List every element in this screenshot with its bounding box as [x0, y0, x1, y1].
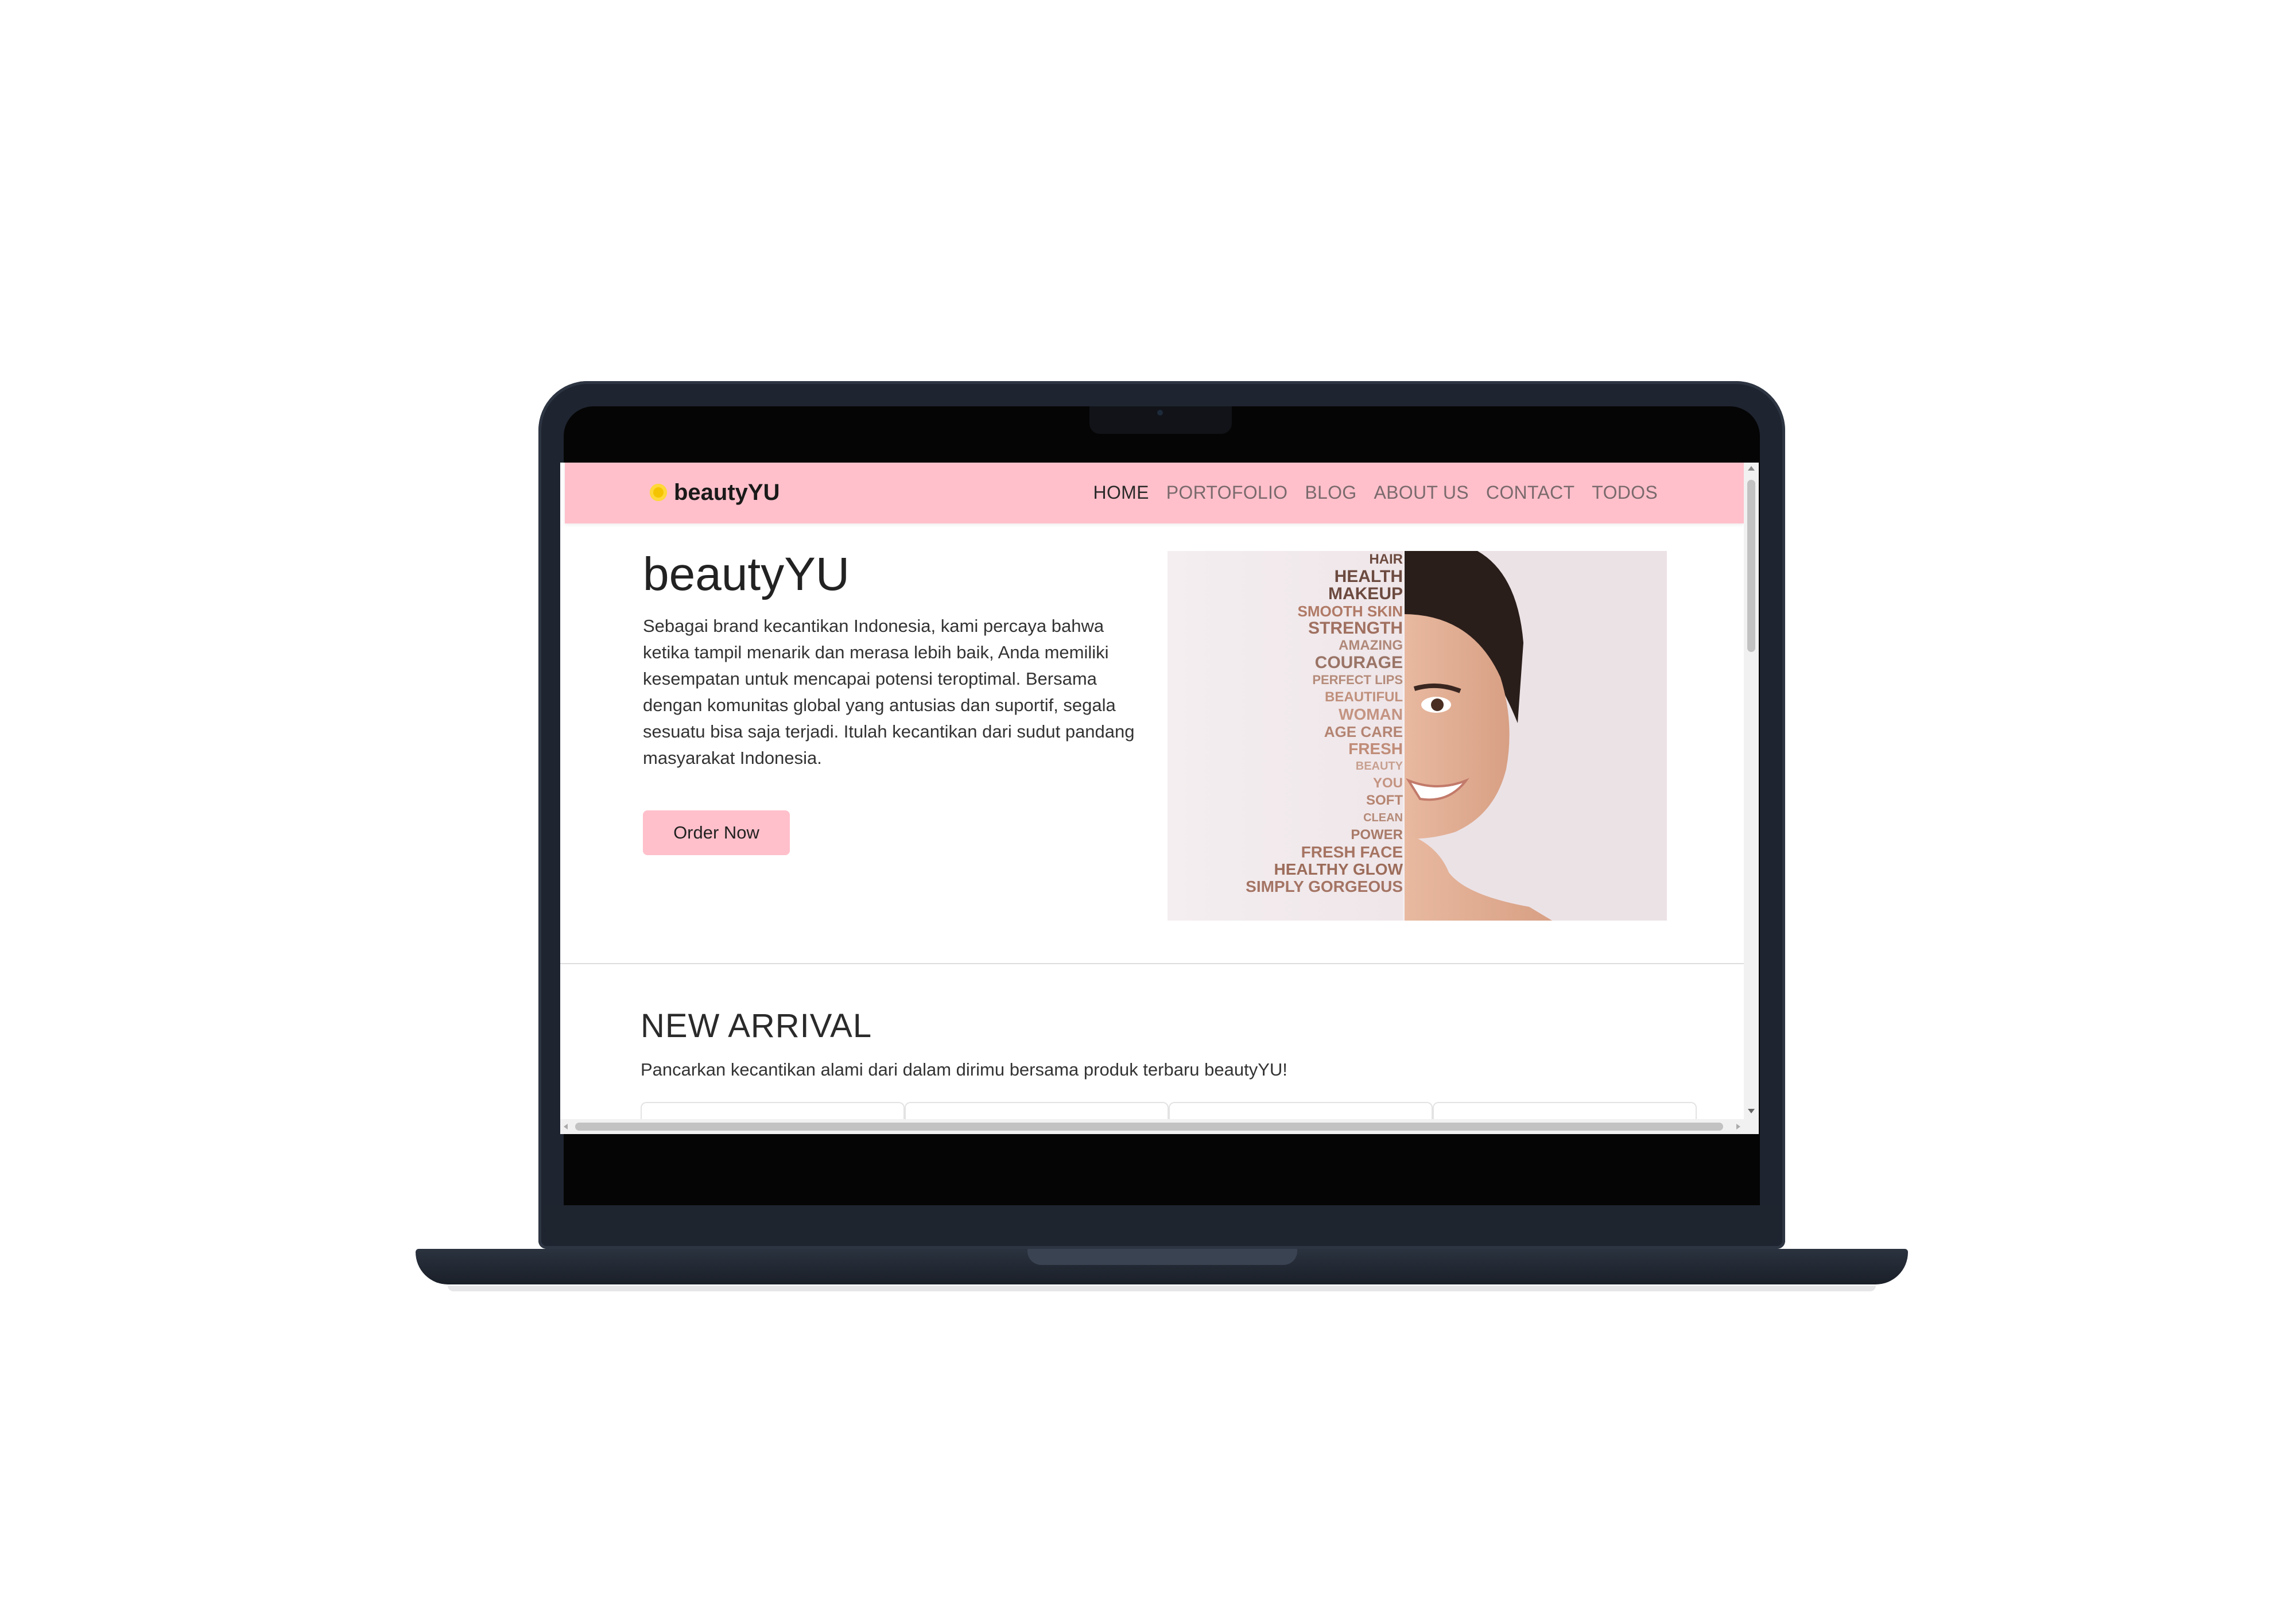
image-word: FRESH	[1348, 740, 1403, 758]
image-word: BEAUTIFUL	[1325, 689, 1403, 705]
image-word: AGE CARE	[1324, 723, 1403, 740]
nav-item-portofolio[interactable]: PORTOFOLIO	[1166, 482, 1288, 503]
image-word: HEALTH	[1334, 567, 1403, 586]
product-card[interactable]	[1169, 1102, 1433, 1119]
hero-image: HAIR HEALTH MAKEUP SMOOTH SKIN STRENGTH …	[1168, 551, 1667, 921]
image-word: MAKEUP	[1328, 584, 1403, 603]
image-word: SIMPLY GORGEOUS	[1246, 878, 1403, 895]
scroll-left-icon[interactable]	[564, 1124, 568, 1129]
nav-item-todos[interactable]: TODOS	[1592, 482, 1658, 503]
image-word: BEAUTY	[1355, 760, 1403, 773]
mockup-stage: beautyYU HOME PORTOFOLIO BLOG ABOUT US C…	[0, 0, 2296, 1607]
nav-item-contact[interactable]: CONTACT	[1486, 482, 1574, 503]
image-word: AMAZING	[1339, 638, 1403, 653]
brand-link[interactable]: beautyYU	[650, 476, 780, 509]
new-arrival-subtitle: Pancarkan kecantikan alami dari dalam di…	[641, 1059, 1287, 1080]
navbar: beautyYU HOME PORTOFOLIO BLOG ABOUT US C…	[565, 463, 1744, 523]
horizontal-scrollbar[interactable]	[560, 1119, 1744, 1134]
section-divider	[560, 963, 1744, 964]
laptop-base-shadow	[448, 1286, 1876, 1291]
image-word: YOU	[1372, 775, 1403, 791]
nav-item-home[interactable]: HOME	[1093, 482, 1149, 503]
bezel-bottom	[544, 1205, 1779, 1245]
product-card[interactable]	[641, 1102, 905, 1119]
image-word: WOMAN	[1339, 705, 1403, 723]
image-word: HEALTHY GLOW	[1274, 860, 1403, 878]
scroll-right-icon[interactable]	[1736, 1124, 1740, 1129]
image-word: COURAGE	[1314, 653, 1403, 672]
product-card[interactable]	[1433, 1102, 1697, 1119]
brand-name: beautyYU	[674, 479, 780, 505]
camera-icon	[1157, 410, 1163, 416]
web-page: beautyYU HOME PORTOFOLIO BLOG ABOUT US C…	[560, 463, 1744, 1119]
browser-viewport: beautyYU HOME PORTOFOLIO BLOG ABOUT US C…	[560, 463, 1759, 1134]
nav-item-blog[interactable]: BLOG	[1305, 482, 1356, 503]
nav-item-about-us[interactable]: ABOUT US	[1374, 482, 1469, 503]
sun-icon	[650, 484, 667, 501]
new-arrival-title: NEW ARRIVAL	[641, 1007, 872, 1045]
face-illustration	[1403, 551, 1667, 921]
product-cards	[641, 1102, 1697, 1119]
scroll-up-icon[interactable]	[1748, 466, 1755, 471]
image-word: STRENGTH	[1308, 619, 1403, 638]
image-word: CLEAN	[1363, 812, 1403, 824]
order-now-button[interactable]: Order Now	[643, 810, 790, 855]
hero-image-words: HAIR HEALTH MAKEUP SMOOTH SKIN STRENGTH …	[1213, 551, 1403, 921]
laptop-base-notch	[1027, 1249, 1297, 1265]
image-word: PERFECT LIPS	[1312, 673, 1403, 687]
vertical-scrollbar[interactable]	[1744, 463, 1759, 1134]
nav-menu: HOME PORTOFOLIO BLOG ABOUT US CONTACT TO…	[1076, 476, 1658, 509]
scrollbar-thumb[interactable]	[1747, 480, 1755, 652]
image-word: FRESH FACE	[1301, 843, 1403, 861]
image-word: SOFT	[1366, 793, 1403, 808]
hero-description: Sebagai brand kecantikan Indonesia, kami…	[643, 616, 1135, 768]
scrollbar-thumb[interactable]	[575, 1123, 1723, 1131]
scroll-down-icon[interactable]	[1748, 1109, 1755, 1113]
image-word: POWER	[1351, 827, 1403, 843]
product-card[interactable]	[905, 1102, 1169, 1119]
image-word: HAIR	[1369, 552, 1403, 567]
image-word: SMOOTH SKIN	[1297, 603, 1403, 620]
hero-title: beautyYU	[643, 548, 850, 600]
